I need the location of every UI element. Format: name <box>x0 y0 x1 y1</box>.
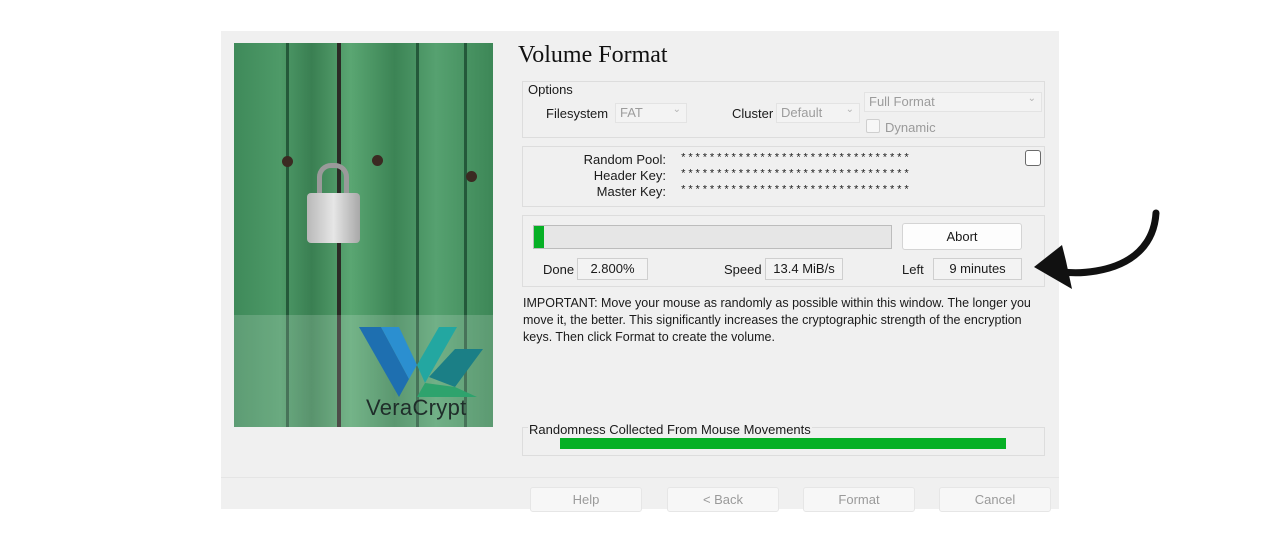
cluster-select[interactable]: Default ⌄ <box>776 103 860 123</box>
format-progress-bar <box>533 225 892 249</box>
filesystem-value: FAT <box>620 105 643 120</box>
dynamic-checkbox[interactable] <box>866 119 880 133</box>
master-key-value: ******************************** <box>680 185 911 197</box>
master-key-label: Master Key: <box>596 184 666 199</box>
speed-label: Speed <box>724 262 762 277</box>
abort-button[interactable]: Abort <box>902 223 1022 250</box>
help-button[interactable]: Help <box>530 487 642 512</box>
done-label: Done <box>543 262 575 277</box>
options-group: Options Filesystem FAT ⌄ Cluster Default… <box>522 81 1045 138</box>
show-keys-checkbox[interactable] <box>1025 150 1041 166</box>
dynamic-label: Dynamic <box>885 120 936 135</box>
format-mode-value: Full Format <box>869 94 935 109</box>
filesystem-label: Filesystem <box>546 106 609 121</box>
chevron-down-icon: ⌄ <box>1027 93 1036 104</box>
randomness-fill <box>560 438 1006 449</box>
header-key-value: ******************************** <box>680 169 911 181</box>
randomness-bar <box>560 438 1006 449</box>
wizard-padlock-image: VeraCrypt <box>234 43 493 427</box>
format-progress-fill <box>534 226 544 248</box>
nail <box>372 155 383 166</box>
filesystem-select[interactable]: FAT ⌄ <box>615 103 687 123</box>
veracrypt-volume-format-window: VeraCrypt Volume Format Options Filesyst… <box>221 31 1059 512</box>
left-label: Left <box>902 262 924 277</box>
header-key-label: Header Key: <box>593 168 666 183</box>
curved-arrow-icon <box>1034 209 1160 289</box>
back-button[interactable]: < Back <box>667 487 779 512</box>
veracrypt-logo-icon <box>359 327 483 397</box>
cluster-label: Cluster <box>732 106 774 121</box>
important-info-text: IMPORTANT: Move your mouse as randomly a… <box>523 296 1031 344</box>
cluster-value: Default <box>781 105 823 120</box>
time-left-value: 9 minutes <box>933 258 1022 280</box>
keys-group: Random Pool: ***************************… <box>522 146 1045 207</box>
padlock-shackle <box>317 163 349 196</box>
brand-name: VeraCrypt <box>366 395 467 420</box>
nail <box>466 171 477 182</box>
footer-divider <box>221 477 1059 478</box>
chevron-down-icon: ⌄ <box>672 104 681 115</box>
page-title: Volume Format <box>518 42 668 68</box>
random-pool-label: Random Pool: <box>583 152 666 167</box>
progress-group: Abort Done 2.800% Speed 13.4 MiB/s Left … <box>522 215 1045 287</box>
options-group-label: Options <box>528 82 573 97</box>
padlock-icon <box>307 193 360 243</box>
randomness-group: Randomness Collected From Mouse Movement… <box>522 422 1045 456</box>
randomness-label: Randomness Collected From Mouse Movement… <box>528 422 812 437</box>
chevron-down-icon: ⌄ <box>845 104 854 115</box>
speed-value: 13.4 MiB/s <box>765 258 843 280</box>
random-pool-value: ******************************** <box>680 153 911 165</box>
nail <box>282 156 293 167</box>
format-mode-select[interactable]: Full Format ⌄ <box>864 92 1042 112</box>
cancel-button[interactable]: Cancel <box>939 487 1051 512</box>
done-value: 2.800% <box>577 258 648 280</box>
format-button[interactable]: Format <box>803 487 915 512</box>
